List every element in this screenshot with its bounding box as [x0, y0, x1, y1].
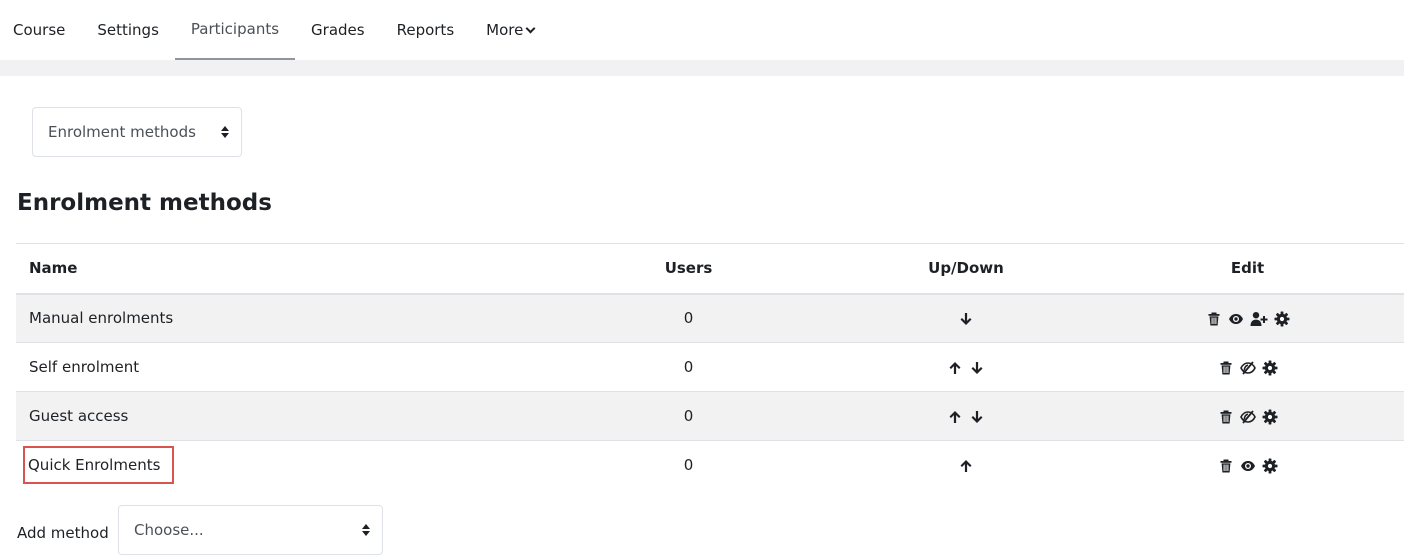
users-count: 0	[536, 440, 841, 490]
select-arrows-icon	[362, 524, 370, 536]
tab-grades[interactable]: Grades	[295, 0, 381, 60]
arrow-down-icon[interactable]	[969, 409, 985, 425]
table-header-row: Name Users Up/Down Edit	[16, 243, 1404, 295]
select-arrows-icon	[221, 126, 229, 138]
tab-course[interactable]: Course	[0, 0, 81, 60]
arrow-up-icon[interactable]	[958, 458, 974, 474]
method-name-cell: Quick Enrolments	[16, 440, 536, 490]
eye-icon[interactable]	[1228, 311, 1244, 327]
column-header-users: Users	[536, 243, 841, 295]
add-method-select[interactable]: Choose...	[118, 505, 383, 555]
column-header-edit: Edit	[1091, 243, 1404, 295]
tab-course-label: Course	[13, 21, 66, 39]
enrolment-page-select-value: Enrolment methods	[48, 123, 196, 141]
arrow-up-icon[interactable]	[947, 409, 963, 425]
method-name-cell: Manual enrolments	[16, 293, 536, 343]
tab-grades-label: Grades	[311, 21, 365, 39]
method-name-link[interactable]: Guest access	[29, 407, 128, 425]
edit-cell	[1091, 391, 1404, 441]
eye-icon[interactable]	[1240, 458, 1256, 474]
method-name-link[interactable]: Self enrolment	[29, 358, 139, 376]
trash-icon[interactable]	[1218, 458, 1234, 474]
chevron-down-icon	[525, 23, 536, 33]
method-name-cell: Guest access	[16, 391, 536, 441]
edit-cell	[1091, 293, 1404, 343]
method-name-link[interactable]: Quick Enrolments	[22, 446, 175, 485]
trash-icon[interactable]	[1218, 409, 1234, 425]
trash-icon[interactable]	[1206, 311, 1222, 327]
method-name-cell: Self enrolment	[16, 342, 536, 392]
tab-more[interactable]: More	[470, 0, 550, 60]
eye-slash-icon[interactable]	[1239, 360, 1256, 376]
table-row: Self enrolment 0	[16, 342, 1404, 392]
arrow-up-icon[interactable]	[947, 360, 963, 376]
edit-cell	[1091, 342, 1404, 392]
users-count: 0	[536, 342, 841, 392]
gear-icon[interactable]	[1262, 458, 1278, 474]
header-divider	[0, 60, 1404, 76]
updown-cell	[841, 342, 1091, 392]
user-plus-icon[interactable]	[1250, 311, 1268, 327]
method-name-link[interactable]: Manual enrolments	[29, 309, 173, 327]
page-title: Enrolment methods	[17, 190, 272, 216]
tab-settings-label: Settings	[97, 21, 159, 39]
tab-reports-label: Reports	[396, 21, 455, 39]
add-method-label: Add method	[17, 524, 109, 542]
tab-participants[interactable]: Participants	[174, 0, 296, 60]
users-count: 0	[536, 391, 841, 441]
eye-slash-icon[interactable]	[1239, 409, 1256, 425]
users-count: 0	[536, 293, 841, 343]
tab-reports[interactable]: Reports	[381, 0, 471, 60]
trash-icon[interactable]	[1218, 360, 1234, 376]
table-row: Quick Enrolments 0	[16, 440, 1404, 490]
gear-icon[interactable]	[1262, 360, 1278, 376]
column-header-updown: Up/Down	[841, 243, 1091, 295]
arrow-down-icon[interactable]	[958, 311, 974, 327]
column-header-name: Name	[16, 243, 536, 295]
arrow-down-icon[interactable]	[969, 360, 985, 376]
gear-icon[interactable]	[1262, 409, 1278, 425]
tab-participants-label: Participants	[190, 20, 280, 38]
edit-cell	[1091, 440, 1404, 490]
updown-cell	[841, 293, 1091, 343]
enrolment-methods-table: Name Users Up/Down Edit Manual enrolment…	[16, 243, 1404, 490]
add-method-select-value: Choose...	[134, 521, 204, 539]
table-row: Manual enrolments 0	[16, 293, 1404, 343]
enrolment-page-select[interactable]: Enrolment methods	[32, 107, 242, 157]
tab-settings[interactable]: Settings	[81, 0, 175, 60]
updown-cell	[841, 391, 1091, 441]
gear-icon[interactable]	[1274, 311, 1290, 327]
tab-more-label: More	[486, 21, 524, 39]
updown-cell	[841, 440, 1091, 490]
secondary-navigation: Course Settings Participants Grades Repo…	[0, 0, 1404, 60]
table-row: Guest access 0	[16, 391, 1404, 441]
